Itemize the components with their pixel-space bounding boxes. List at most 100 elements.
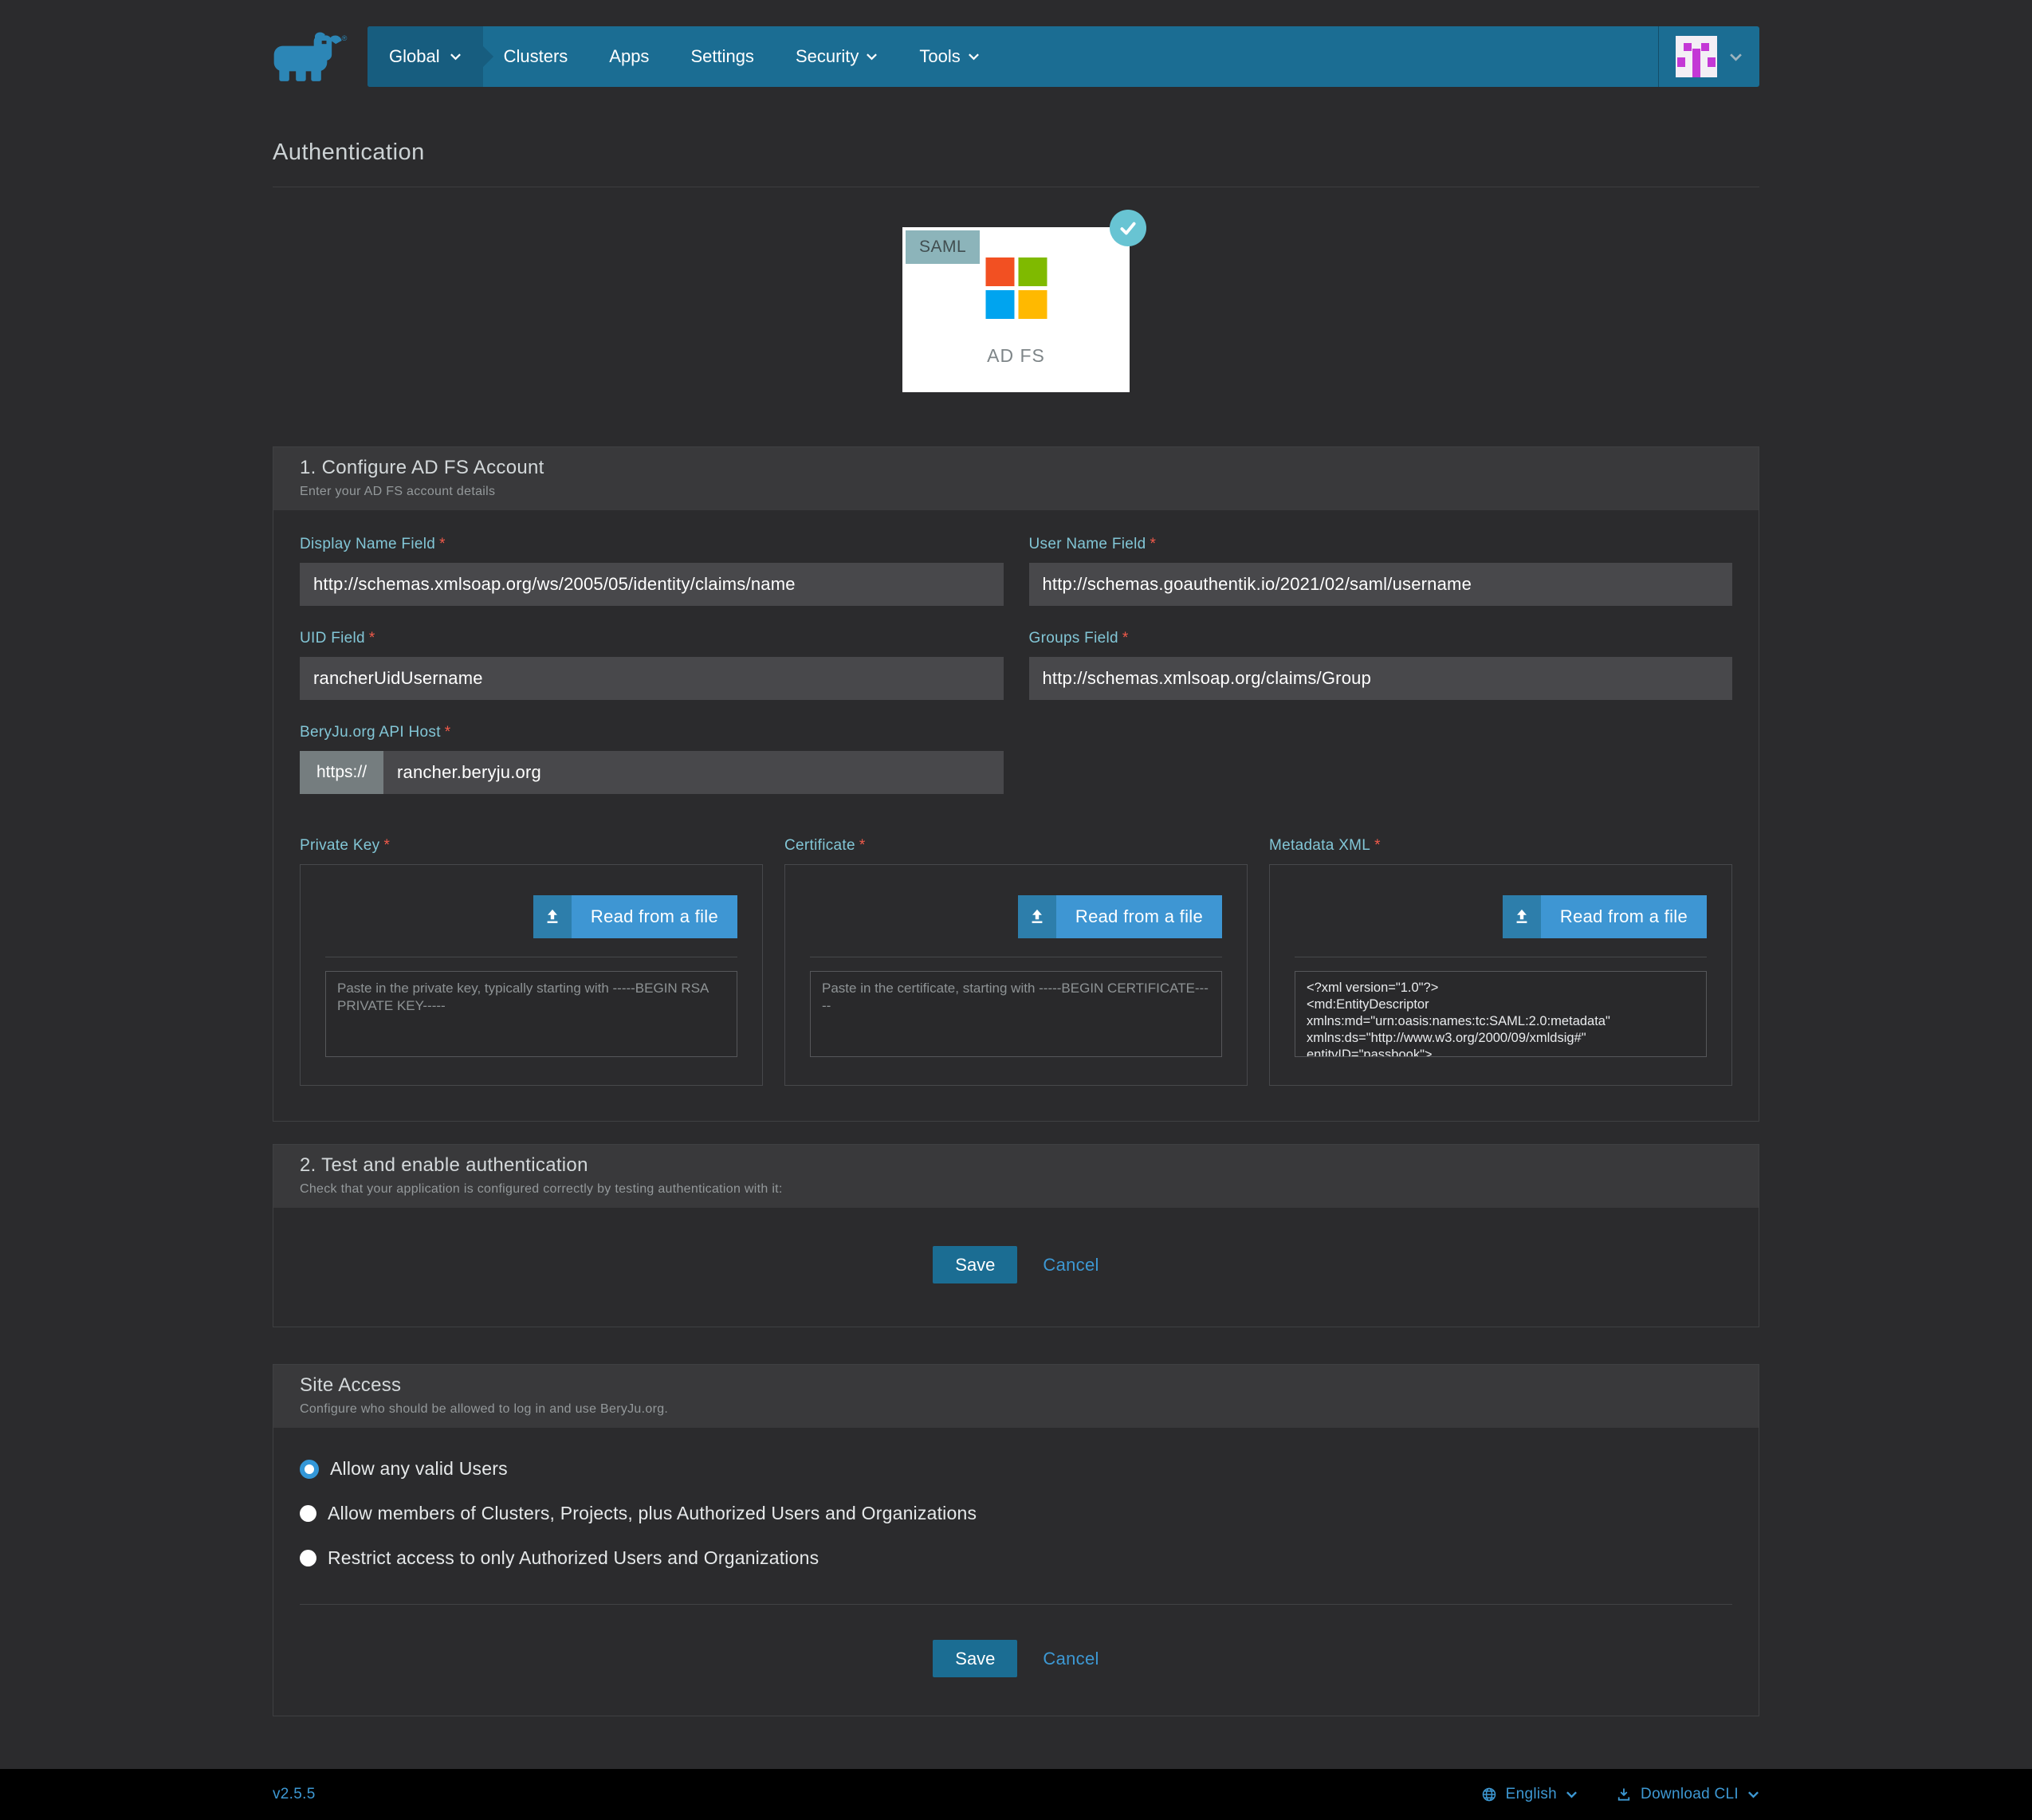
save-button[interactable]: Save	[933, 1246, 1017, 1283]
groups-input[interactable]	[1029, 657, 1733, 700]
required-marker: *	[1122, 630, 1129, 647]
provider-card-row: SAML AD FS	[273, 227, 1759, 392]
label-text: Private Key	[300, 837, 379, 854]
private-key-panel: Read from a file	[300, 864, 763, 1086]
saml-badge: SAML	[906, 230, 980, 264]
section1-body: Display Name Field* User Name Field* UID…	[273, 510, 1759, 1121]
chevron-down-icon	[450, 53, 462, 61]
nav-item-security[interactable]: Security	[775, 26, 898, 87]
certificate-column: Certificate* Read from a file	[784, 837, 1248, 1086]
certificate-panel: Read from a file	[784, 864, 1248, 1086]
label-text: Certificate	[784, 837, 855, 854]
nav-item-label: Tools	[919, 46, 960, 67]
user-menu[interactable]	[1658, 26, 1759, 87]
nav-item-clusters[interactable]: Clusters	[483, 26, 589, 87]
version-label: v2.5.5	[273, 1786, 316, 1803]
site-access-cancel-link[interactable]: Cancel	[1043, 1649, 1099, 1669]
radio-option-allow-any[interactable]: Allow any valid Users	[300, 1458, 1732, 1480]
nav-global-dropdown[interactable]: Global	[367, 26, 483, 87]
user-name-input[interactable]	[1029, 563, 1733, 606]
nav-item-label: Apps	[609, 46, 649, 67]
radio-label: Allow members of Clusters, Projects, plu…	[328, 1503, 977, 1524]
nav-item-tools[interactable]: Tools	[898, 26, 1000, 87]
site-access-header: Site Access Configure who should be allo…	[273, 1365, 1759, 1428]
adfs-provider-card[interactable]: SAML AD FS	[902, 227, 1130, 392]
certificate-read-file-button[interactable]: Read from a file	[1018, 895, 1222, 938]
required-marker: *	[445, 724, 451, 741]
radio-unselected-icon[interactable]	[300, 1505, 316, 1522]
user-name-field-group: User Name Field*	[1029, 536, 1733, 606]
user-avatar	[1676, 36, 1717, 77]
metadata-xml-textarea[interactable]: <?xml version="1.0"?> <md:EntityDescript…	[1295, 971, 1707, 1057]
private-key-column: Private Key* Read from a file	[300, 837, 763, 1086]
check-icon	[1118, 218, 1138, 238]
private-key-textarea[interactable]	[325, 971, 737, 1057]
required-marker: *	[1150, 536, 1157, 552]
read-file-label: Read from a file	[1541, 895, 1707, 938]
chevron-down-icon	[968, 53, 980, 61]
selected-check-badge	[1110, 210, 1146, 246]
required-marker: *	[383, 837, 390, 854]
site-access-actions: Save Cancel	[300, 1640, 1732, 1716]
required-marker: *	[369, 630, 375, 647]
private-key-read-file-button[interactable]: Read from a file	[533, 895, 737, 938]
radio-option-allow-members[interactable]: Allow members of Clusters, Projects, plu…	[300, 1503, 1732, 1524]
footer: v2.5.5 English Download CLI	[0, 1769, 2032, 1820]
nav-item-apps[interactable]: Apps	[588, 26, 670, 87]
chevron-down-icon	[1566, 1791, 1578, 1798]
required-marker: *	[439, 536, 446, 552]
main-navbar: Global Clusters Apps Settings Security	[367, 26, 1759, 87]
groups-label: Groups Field*	[1029, 630, 1733, 647]
api-host-label: BeryJu.org API Host*	[300, 724, 1004, 741]
ms-square-yellow	[1018, 290, 1047, 319]
section1-header: 1. Configure AD FS Account Enter your AD…	[273, 447, 1759, 510]
metadata-xml-column: Metadata XML* Read from a file	[1269, 837, 1732, 1086]
metadata-read-file-button[interactable]: Read from a file	[1503, 895, 1707, 938]
configure-account-section: 1. Configure AD FS Account Enter your AD…	[273, 446, 1759, 1122]
nav-item-settings[interactable]: Settings	[670, 26, 775, 87]
certificate-label: Certificate*	[784, 837, 1248, 855]
section2-subtitle: Check that your application is configure…	[300, 1182, 1732, 1197]
upload-icon	[1018, 895, 1056, 938]
api-host-input[interactable]	[383, 751, 1003, 794]
chevron-down-icon	[1729, 53, 1743, 61]
section1-title: 1. Configure AD FS Account	[300, 457, 1732, 479]
ms-square-red	[985, 257, 1014, 286]
upload-icon	[533, 895, 572, 938]
api-host-field-group: BeryJu.org API Host* https://	[300, 724, 1004, 794]
site-access-divider	[300, 1604, 1732, 1605]
label-text: Groups Field	[1029, 630, 1118, 647]
private-key-label: Private Key*	[300, 837, 763, 855]
label-text: UID Field	[300, 630, 365, 647]
required-marker: *	[1374, 837, 1381, 854]
download-icon	[1616, 1787, 1632, 1802]
groups-field-group: Groups Field*	[1029, 630, 1733, 700]
rancher-logo-icon: ®	[273, 31, 352, 82]
section1-subtitle: Enter your AD FS account details	[300, 485, 1732, 499]
display-name-label: Display Name Field*	[300, 536, 1004, 553]
section2-actions: Save Cancel	[273, 1208, 1759, 1327]
radio-selected-icon[interactable]	[300, 1460, 319, 1479]
uid-input[interactable]	[300, 657, 1004, 700]
site-access-save-button[interactable]: Save	[933, 1640, 1017, 1677]
metadata-xml-panel: Read from a file <?xml version="1.0"?> <…	[1269, 864, 1732, 1086]
site-access-title: Site Access	[300, 1374, 1732, 1397]
page-title: Authentication	[273, 140, 1759, 166]
radio-label: Allow any valid Users	[330, 1458, 508, 1480]
radio-option-restrict[interactable]: Restrict access to only Authorized Users…	[300, 1547, 1732, 1569]
download-cli-menu[interactable]: Download CLI	[1616, 1786, 1759, 1803]
certificate-textarea[interactable]	[810, 971, 1222, 1057]
svg-text:®: ®	[342, 34, 348, 42]
radio-unselected-icon[interactable]	[300, 1550, 316, 1566]
language-selector[interactable]: English	[1481, 1786, 1578, 1803]
site-access-body: Allow any valid Users Allow members of C…	[273, 1428, 1759, 1716]
metadata-xml-label: Metadata XML*	[1269, 837, 1732, 855]
label-text: Metadata XML	[1269, 837, 1370, 854]
cancel-link[interactable]: Cancel	[1043, 1255, 1099, 1276]
read-file-label: Read from a file	[1056, 895, 1222, 938]
display-name-input[interactable]	[300, 563, 1004, 606]
uid-field-group: UID Field*	[300, 630, 1004, 700]
top-bar: ® Global Clusters Apps Settings Security	[273, 26, 1759, 87]
label-text: User Name Field	[1029, 536, 1146, 552]
required-marker: *	[859, 837, 866, 854]
